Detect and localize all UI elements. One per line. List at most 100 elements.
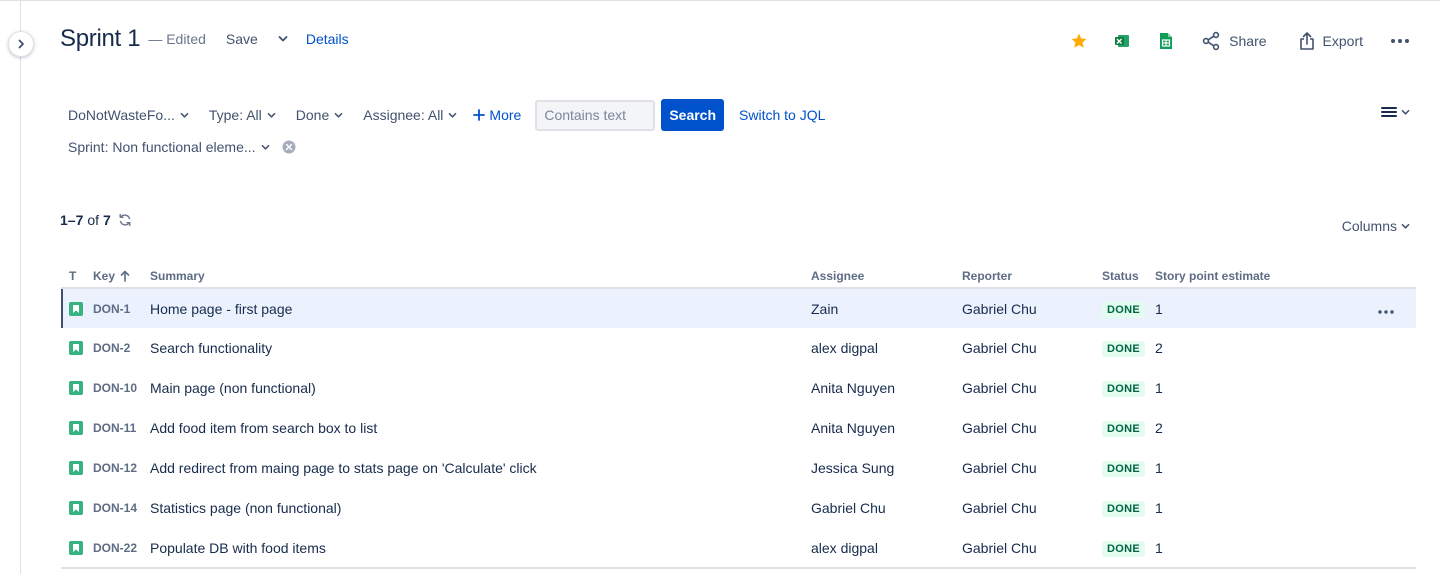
issue-reporter: Gabriel Chu bbox=[958, 288, 1098, 328]
issue-key-link[interactable]: DON-11 bbox=[89, 408, 146, 448]
issue-summary-link[interactable]: Statistics page (non functional) bbox=[146, 488, 807, 528]
story-points[interactable]: 1 bbox=[1151, 488, 1356, 528]
story-points[interactable]: 1 bbox=[1151, 368, 1356, 408]
table-row[interactable]: DON-22 Populate DB with food items alex … bbox=[61, 528, 1416, 569]
col-header-key[interactable]: Key bbox=[89, 264, 146, 289]
chevron-down-icon bbox=[267, 112, 276, 118]
refresh-button[interactable] bbox=[118, 213, 132, 227]
status-cell[interactable]: DONE bbox=[1098, 288, 1151, 328]
share-icon bbox=[1202, 31, 1220, 51]
export-button[interactable]: Export bbox=[1299, 31, 1363, 51]
more-filters-button[interactable]: More bbox=[467, 99, 527, 131]
type-cell bbox=[61, 328, 89, 368]
google-sheets-icon bbox=[1160, 33, 1173, 49]
story-icon bbox=[69, 501, 83, 515]
col-header-key-label: Key bbox=[93, 268, 116, 283]
table-row[interactable]: DON-1 Home page - first page Zain Gabrie… bbox=[61, 288, 1416, 328]
sprint-filter[interactable]: Sprint: Non functional eleme... bbox=[60, 136, 278, 158]
columns-label: Columns bbox=[1341, 218, 1397, 234]
status-filter[interactable]: Done bbox=[288, 99, 351, 131]
row-more-button[interactable] bbox=[1378, 301, 1394, 317]
col-header-actions bbox=[1356, 264, 1416, 289]
col-header-type[interactable]: T bbox=[61, 264, 89, 289]
issue-assignee[interactable]: Gabriel Chu bbox=[807, 488, 958, 528]
col-header-reporter[interactable]: Reporter bbox=[958, 264, 1098, 289]
col-header-summary[interactable]: Summary bbox=[146, 264, 807, 289]
issue-reporter: Gabriel Chu bbox=[962, 500, 1037, 516]
issue-summary-link[interactable]: Main page (non functional) bbox=[146, 368, 807, 408]
table-row[interactable]: DON-11 Add food item from search box to … bbox=[61, 408, 1416, 448]
story-points[interactable]: 1 bbox=[1151, 448, 1356, 488]
issue-key-link[interactable]: DON-2 bbox=[89, 328, 146, 368]
row-actions-cell bbox=[1356, 488, 1416, 528]
story-icon bbox=[69, 421, 83, 435]
results-total: 7 bbox=[103, 212, 111, 228]
type-filter[interactable]: Type: All bbox=[201, 99, 284, 131]
issue-summary-link[interactable]: Home page - first page bbox=[146, 288, 807, 328]
status-cell[interactable]: DONE bbox=[1098, 368, 1151, 408]
story-points[interactable]: 2 bbox=[1151, 328, 1356, 368]
columns-button[interactable]: Columns bbox=[1342, 218, 1410, 234]
status-filter-label: Done bbox=[295, 107, 330, 123]
more-actions-button[interactable] bbox=[1390, 38, 1410, 44]
view-toggle-button[interactable] bbox=[1381, 106, 1410, 118]
switch-to-jql-link[interactable]: Switch to JQL bbox=[739, 107, 825, 123]
issue-summary-link[interactable]: Populate DB with food items bbox=[146, 528, 807, 569]
search-input[interactable] bbox=[535, 99, 656, 131]
issue-assignee[interactable]: Anita Nguyen bbox=[807, 368, 958, 408]
issue-key-link[interactable]: DON-1 bbox=[89, 288, 146, 328]
type-cell bbox=[61, 528, 89, 569]
page-title: Sprint 1 bbox=[60, 25, 141, 52]
status-cell[interactable]: DONE bbox=[1098, 528, 1151, 569]
export-excel-button[interactable] bbox=[1114, 33, 1130, 49]
table-row[interactable]: DON-12 Add redirect from maing page to s… bbox=[61, 448, 1416, 488]
expand-sidebar-button[interactable] bbox=[8, 31, 34, 57]
issue-key-link[interactable]: DON-14 bbox=[89, 488, 146, 528]
issue-assignee[interactable]: alex digpal bbox=[807, 528, 958, 569]
details-link[interactable]: Details bbox=[306, 31, 349, 47]
status-cell[interactable]: DONE bbox=[1098, 488, 1151, 528]
issue-assignee[interactable]: Jessica Sung bbox=[807, 448, 958, 488]
save-button[interactable]: Save bbox=[226, 31, 258, 47]
save-options-button[interactable] bbox=[278, 35, 288, 43]
clear-sprint-filter-button[interactable] bbox=[282, 140, 296, 154]
row-actions-cell bbox=[1356, 408, 1416, 448]
type-filter-label: Type: All bbox=[208, 107, 262, 123]
project-filter[interactable]: DoNotWasteFo... bbox=[60, 99, 197, 131]
chevron-down-icon bbox=[180, 112, 189, 118]
sidebar-rail bbox=[20, 0, 21, 574]
status-badge: DONE bbox=[1102, 381, 1145, 397]
table-row[interactable]: DON-2 Search functionality alex digpal G… bbox=[61, 328, 1416, 368]
status-cell[interactable]: DONE bbox=[1098, 448, 1151, 488]
col-header-status[interactable]: Status bbox=[1098, 264, 1151, 289]
star-button[interactable] bbox=[1070, 32, 1088, 50]
table-row[interactable]: DON-14 Statistics page (non functional) … bbox=[61, 488, 1416, 528]
type-cell bbox=[61, 408, 89, 448]
issue-summary-link[interactable]: Add redirect from maing page to stats pa… bbox=[146, 448, 807, 488]
story-points[interactable]: 1 bbox=[1151, 288, 1356, 328]
export-sheets-button[interactable] bbox=[1159, 32, 1173, 50]
table-row[interactable]: DON-10 Main page (non functional) Anita … bbox=[61, 368, 1416, 408]
issue-summary-link[interactable]: Search functionality bbox=[146, 328, 807, 368]
filter-bar: DoNotWasteFo... Type: All Done Assignee:… bbox=[60, 99, 825, 131]
issue-summary-link[interactable]: Add food item from search box to list bbox=[146, 408, 807, 448]
status-cell[interactable]: DONE bbox=[1098, 408, 1151, 448]
issue-key-link[interactable]: DON-22 bbox=[89, 528, 146, 569]
assignee-filter[interactable]: Assignee: All bbox=[355, 99, 465, 131]
story-icon bbox=[69, 540, 83, 555]
issue-assignee[interactable]: Anita Nguyen bbox=[807, 408, 958, 448]
story-points[interactable]: 1 bbox=[1151, 528, 1356, 569]
share-button[interactable]: Share bbox=[1201, 31, 1267, 51]
issue-key-link[interactable]: DON-12 bbox=[89, 448, 146, 488]
issue-assignee[interactable]: Zain bbox=[807, 288, 958, 328]
star-icon bbox=[1071, 33, 1087, 48]
results-count: 1–7 of 7 bbox=[60, 212, 132, 228]
story-points[interactable]: 2 bbox=[1151, 408, 1356, 448]
status-cell[interactable]: DONE bbox=[1098, 328, 1151, 368]
col-header-assignee[interactable]: Assignee bbox=[807, 264, 958, 289]
search-button[interactable]: Search bbox=[661, 99, 725, 131]
issue-key-link[interactable]: DON-10 bbox=[89, 368, 146, 408]
col-header-story-points[interactable]: Story point estimate bbox=[1151, 264, 1356, 289]
share-label: Share bbox=[1229, 33, 1267, 49]
issue-assignee[interactable]: alex digpal bbox=[807, 328, 958, 368]
